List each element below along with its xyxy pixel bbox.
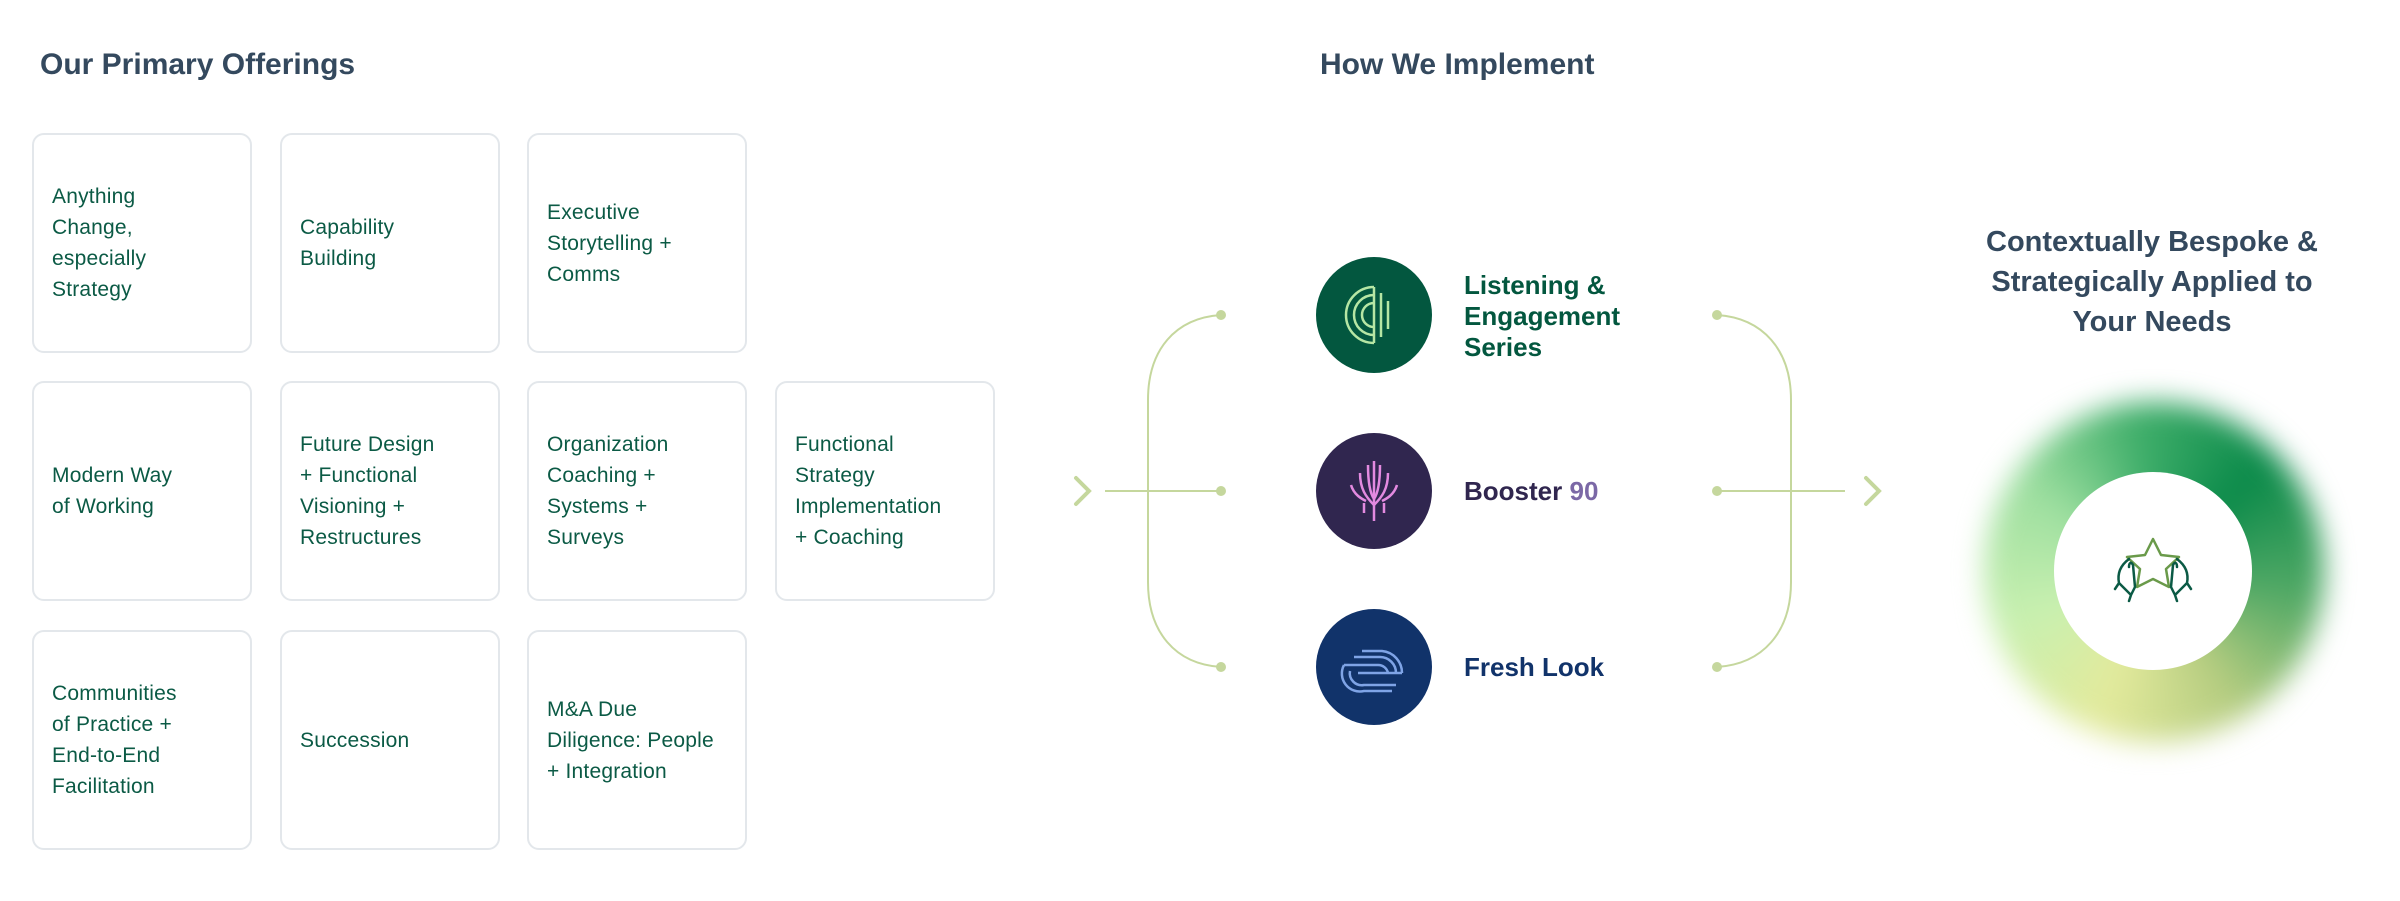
- connector-dot: [1216, 486, 1226, 496]
- hands-holding-star-icon: [2113, 537, 2193, 603]
- connector-dot: [1712, 662, 1722, 672]
- chevron-right-icon: [1074, 476, 1092, 506]
- chevron-right-icon: [1864, 476, 1882, 506]
- outcome-circle: [2054, 472, 2252, 670]
- outcome-title: Contextually Bespoke & Strategically App…: [1986, 226, 2318, 338]
- program-label-booster: Booster 90: [1464, 476, 1598, 507]
- program-label-fresh-look: Fresh Look: [1464, 652, 1605, 682]
- booster-number: 90: [1569, 476, 1599, 506]
- connector-dot: [1712, 310, 1722, 320]
- booster-name: Booster: [1464, 476, 1563, 506]
- connector-dot: [1712, 486, 1722, 496]
- booster-branches-icon: [1316, 433, 1432, 549]
- connector-dot: [1216, 310, 1226, 320]
- fresh-look-arcs-icon: [1316, 609, 1432, 725]
- program-label-listening: Listening & Engagement Series: [1464, 270, 1621, 362]
- connector-dot: [1216, 662, 1226, 672]
- listening-waves-icon: [1316, 257, 1432, 373]
